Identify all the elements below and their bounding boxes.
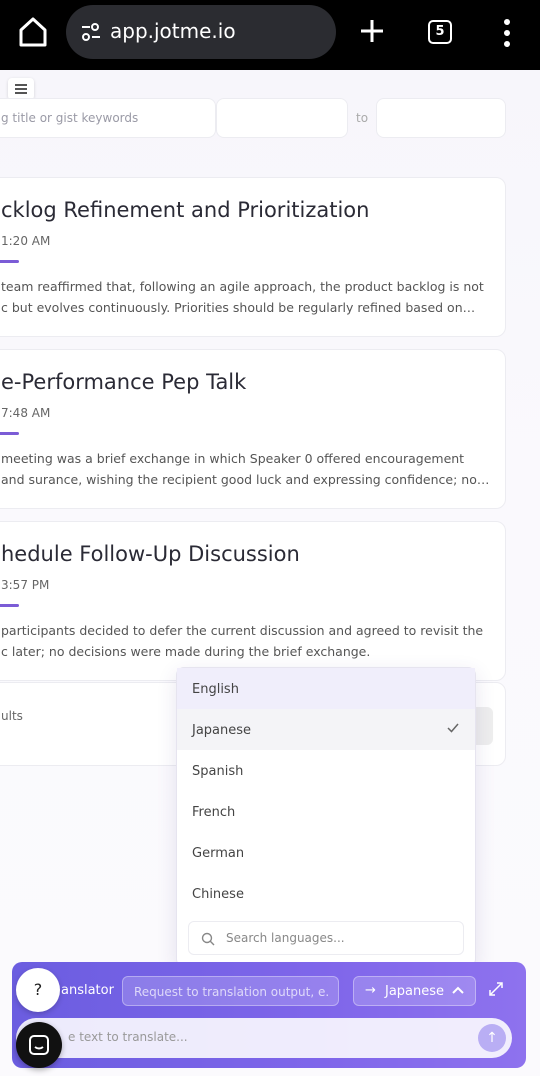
translation-instruction-placeholder: Request to translation output, e. <box>134 985 330 999</box>
meeting-card[interactable]: hedule Follow-Up Discussion 3:57 PM part… <box>0 521 506 681</box>
target-language-label: Japanese <box>385 984 445 999</box>
meeting-time: 7:48 AM <box>1 406 51 420</box>
more-menu-icon[interactable] <box>502 19 512 47</box>
date-from-input[interactable] <box>216 98 348 138</box>
address-bar[interactable]: app.jotme.io <box>66 5 336 59</box>
send-button[interactable]: ↑ <box>478 1024 506 1052</box>
meeting-time: 3:57 PM <box>1 578 50 592</box>
home-icon[interactable] <box>18 16 48 48</box>
target-language-button[interactable]: → Japanese <box>353 976 476 1006</box>
meeting-summary: meeting was a brief exchange in which Sp… <box>1 451 490 487</box>
search-placeholder: g title or gist keywords <box>1 111 139 125</box>
language-option-label: Chinese <box>192 887 244 902</box>
accent-bar <box>0 260 19 263</box>
accent-bar <box>0 604 19 607</box>
meeting-title: cklog Refinement and Prioritization <box>1 198 370 222</box>
meeting-card[interactable]: cklog Refinement and Prioritization 1:20… <box>0 177 506 337</box>
date-to-input[interactable] <box>376 98 506 138</box>
meeting-time: 1:20 AM <box>1 234 51 248</box>
language-search-input[interactable]: Search languages... <box>188 921 464 955</box>
language-option-chinese[interactable]: Chinese <box>177 873 475 914</box>
menu-icon[interactable] <box>8 78 34 100</box>
expand-icon[interactable] <box>488 981 504 997</box>
language-option-english[interactable]: English <box>177 668 475 709</box>
language-dropdown: English Japanese Spanish French German C… <box>176 667 476 967</box>
meeting-card[interactable]: e-Performance Pep Talk 7:48 AM meeting w… <box>0 349 506 509</box>
language-option-french[interactable]: French <box>177 791 475 832</box>
language-search-placeholder: Search languages... <box>226 931 345 945</box>
chat-support-button[interactable] <box>16 1022 62 1068</box>
meeting-summary: participants decided to defer the curren… <box>1 623 484 659</box>
language-option-label: French <box>192 805 236 820</box>
browser-toolbar: app.jotme.io 5 <box>0 0 540 70</box>
search-input[interactable]: g title or gist keywords <box>0 98 216 138</box>
translation-instruction-input[interactable]: Request to translation output, e. <box>122 976 339 1006</box>
meeting-title: e-Performance Pep Talk <box>1 370 247 394</box>
new-tab-icon[interactable] <box>358 16 386 46</box>
translation-text-placeholder: e text to translate... <box>68 1030 188 1044</box>
translation-text-input[interactable]: e text to translate... ↑ <box>16 1018 512 1058</box>
chat-icon <box>29 1035 49 1055</box>
language-option-label: German <box>192 846 245 861</box>
tab-switcher-button[interactable]: 5 <box>428 20 452 44</box>
translator-label: anslator <box>61 983 114 998</box>
help-button[interactable]: ? <box>16 968 60 1012</box>
language-option-label: Spanish <box>192 764 244 779</box>
language-option-label: Japanese <box>192 723 252 738</box>
language-option-label: English <box>192 682 239 697</box>
results-count-label: ults <box>1 709 23 723</box>
arrow-right-icon: → <box>365 983 376 998</box>
language-option-japanese[interactable]: Japanese <box>177 709 475 750</box>
language-option-german[interactable]: German <box>177 832 475 873</box>
search-icon <box>201 932 215 946</box>
check-icon <box>447 723 459 733</box>
accent-bar <box>0 432 19 435</box>
meeting-title: hedule Follow-Up Discussion <box>1 542 300 566</box>
site-settings-icon[interactable] <box>80 22 102 42</box>
meeting-summary: team reaffirmed that, following an agile… <box>1 279 484 315</box>
translator-panel: ? anslator Request to translation output… <box>12 962 526 1068</box>
url-text: app.jotme.io <box>110 19 236 43</box>
language-option-spanish[interactable]: Spanish <box>177 750 475 791</box>
date-to-label: to <box>356 111 369 125</box>
chevron-up-icon <box>452 986 464 994</box>
